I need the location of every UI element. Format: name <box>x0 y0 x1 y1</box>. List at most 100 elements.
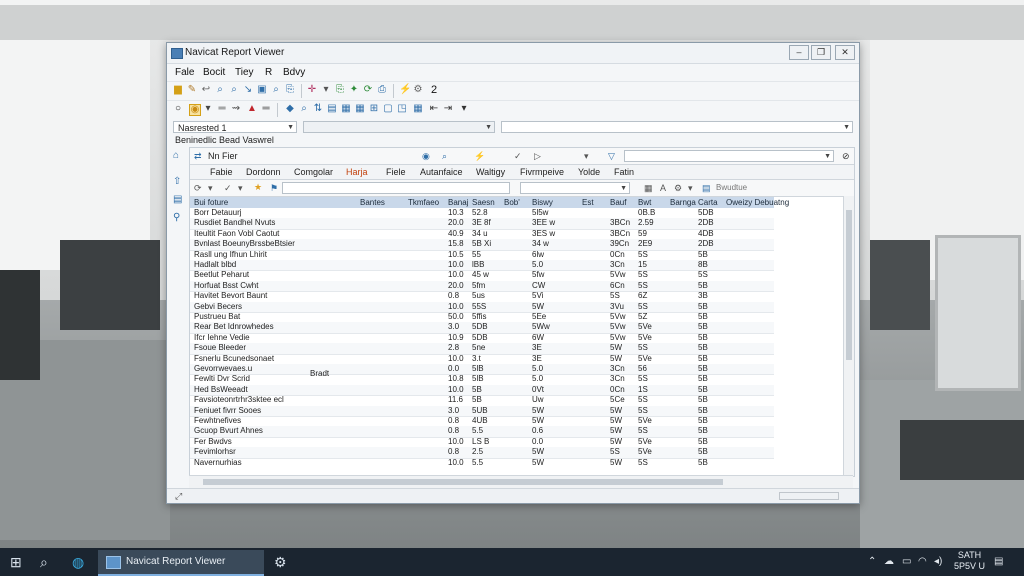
link-rail-icon[interactable]: ⚲ <box>173 213 183 223</box>
merge-icon[interactable]: ⊞ <box>369 104 379 114</box>
arrow-icon[interactable]: ▾ <box>203 104 213 114</box>
import-icon[interactable]: ✦ <box>349 85 359 95</box>
doc-icon[interactable]: ▤ <box>327 104 337 114</box>
text-icon[interactable]: A <box>660 183 666 193</box>
column-header[interactable]: Bantes <box>360 198 385 207</box>
run-icon[interactable]: ✛ <box>307 85 317 95</box>
filter-icon[interactable]: ▽ <box>608 151 615 162</box>
more-icon[interactable]: ▾ <box>459 104 469 114</box>
tab-waltigy[interactable]: Waltigy <box>476 167 505 177</box>
column-header[interactable]: Banaj <box>448 198 468 207</box>
up-icon[interactable]: ⇧ <box>173 177 183 187</box>
column-header[interactable]: Barnga <box>670 198 696 207</box>
column-header[interactable]: Saesn <box>472 198 495 207</box>
view-icon[interactable]: ▢ <box>383 104 393 114</box>
tab-table[interactable]: Fabie <box>210 167 233 177</box>
doc-rail-icon[interactable]: ▤ <box>173 195 183 205</box>
filter-icon[interactable]: ⎘ <box>285 85 295 95</box>
caret-icon[interactable]: ▾ <box>208 183 213 194</box>
tab-fatin[interactable]: Fatin <box>614 167 634 177</box>
diamond-icon[interactable]: ◆ <box>285 104 295 114</box>
tab-domain[interactable]: Dordonn <box>246 167 281 177</box>
format-icon[interactable]: ⚙ <box>674 183 682 194</box>
browser-icon[interactable]: ◍ <box>72 555 84 569</box>
dropdown-icon[interactable]: ▾ <box>321 85 331 95</box>
highlight-icon[interactable]: ◉ <box>189 104 201 116</box>
lightning-icon[interactable]: ⚡ <box>399 85 411 95</box>
star-icon[interactable]: ★ <box>254 182 262 193</box>
home-icon[interactable]: ⌂ <box>173 151 183 161</box>
chevron-up-icon[interactable]: ⌃ <box>868 556 876 567</box>
clip-icon[interactable]: ◳ <box>397 104 407 114</box>
column-header[interactable]: Carta <box>698 198 718 207</box>
column-header[interactable]: Bui foture <box>194 198 228 207</box>
nav-icon[interactable]: ⇤ <box>429 104 439 114</box>
tab-fivrmpeive[interactable]: Fivrmpeive <box>520 167 564 177</box>
folder-icon[interactable]: ▆ <box>173 85 183 95</box>
search-icon[interactable]: ⌕ <box>215 85 225 95</box>
menu-help[interactable]: Bdvy <box>283 67 305 78</box>
database-combo[interactable]: ▼ <box>303 121 495 133</box>
column-header[interactable]: Tkmfaeo <box>408 198 439 207</box>
run-query-icon[interactable]: ◉ <box>422 151 430 162</box>
column-header[interactable]: Est <box>582 198 594 207</box>
play-icon[interactable]: ▷ <box>534 151 541 162</box>
connection-combo[interactable]: Nasrested 1 ▼ <box>173 121 297 133</box>
panel-search[interactable]: ▼ <box>624 150 834 162</box>
column-header[interactable]: Bwt <box>638 198 651 207</box>
notification-icon[interactable]: ▤ <box>994 556 1003 567</box>
refresh-icon[interactable]: ⟳ <box>194 183 202 194</box>
nav2-icon[interactable]: ⇥ <box>443 104 453 114</box>
tools-icon[interactable]: ⚙ <box>413 85 423 95</box>
tab-harja[interactable]: Harja <box>346 167 368 177</box>
print-icon[interactable]: ⎙ <box>377 85 387 95</box>
taskbar-app-navicat[interactable]: Navicat Report Viewer <box>98 550 264 576</box>
dash-icon[interactable]: ═ <box>217 104 227 114</box>
close-button[interactable]: ✕ <box>835 45 855 60</box>
flag-icon[interactable]: ⚑ <box>270 183 278 194</box>
check-icon[interactable]: ✓ <box>224 183 232 194</box>
chart-icon[interactable]: ▲ <box>247 104 257 114</box>
hook-icon[interactable]: ↩ <box>201 85 211 95</box>
start-icon[interactable]: ⊞ <box>10 555 22 569</box>
horizontal-scrollbar[interactable] <box>189 475 853 488</box>
tab-compilar[interactable]: Comgolar <box>294 167 333 177</box>
menu-view[interactable]: Tiey <box>235 67 254 78</box>
refresh-icon[interactable]: ⟳ <box>363 85 373 95</box>
menu-edit[interactable]: Bocit <box>203 67 225 78</box>
lookup-icon[interactable]: ⌕ <box>299 104 309 114</box>
menu-file[interactable]: Fale <box>175 67 194 78</box>
settings-icon[interactable]: ⚙ <box>274 555 287 569</box>
circle-icon[interactable]: ○ <box>173 104 183 114</box>
filter-input[interactable] <box>282 182 510 194</box>
column-header[interactable]: Bob' <box>504 198 520 207</box>
menu-down-icon[interactable]: ▾ <box>584 151 589 162</box>
export-icon[interactable]: ⎘ <box>335 85 345 95</box>
maximize-button[interactable]: ❐ <box>811 45 831 60</box>
grid-icon[interactable]: ▦ <box>644 183 653 194</box>
link-icon[interactable]: ↘ <box>243 85 253 95</box>
menu-r[interactable]: R <box>265 67 272 78</box>
volume-icon[interactable]: ◂) <box>934 556 942 567</box>
caret-icon[interactable]: ▾ <box>238 183 243 194</box>
table-row[interactable]: Navernurhias 10.0 5.5 5W 5W 5S 5B <box>190 458 774 465</box>
sort-icon[interactable]: ⇅ <box>313 104 323 114</box>
wifi-icon[interactable]: ◠ <box>918 556 927 567</box>
stop-icon[interactable]: ⌕ <box>442 151 447 162</box>
export-grid-icon[interactable]: ▤ <box>702 183 711 194</box>
zoom-icon[interactable]: ⌕ <box>229 85 239 95</box>
layout-icon[interactable]: ▦ <box>413 104 423 114</box>
vertical-scrollbar[interactable] <box>843 196 854 476</box>
caret-icon[interactable]: ▾ <box>688 183 693 194</box>
column-combo[interactable]: ▼ <box>520 182 630 194</box>
check-icon[interactable]: ✓ <box>514 151 522 162</box>
tab-yolde[interactable]: Yolde <box>578 167 600 177</box>
bar-icon[interactable]: ═ <box>261 104 271 114</box>
pencil-icon[interactable]: ✎ <box>187 85 197 95</box>
query-combo[interactable]: ▼ <box>501 121 853 133</box>
minimize-button[interactable]: – <box>789 45 809 60</box>
find-icon[interactable]: ⌕ <box>271 85 281 95</box>
table-icon[interactable]: ▦ <box>341 104 351 114</box>
search-icon[interactable]: ⌕ <box>40 555 48 569</box>
close-panel-icon[interactable]: ⊘ <box>842 151 850 162</box>
